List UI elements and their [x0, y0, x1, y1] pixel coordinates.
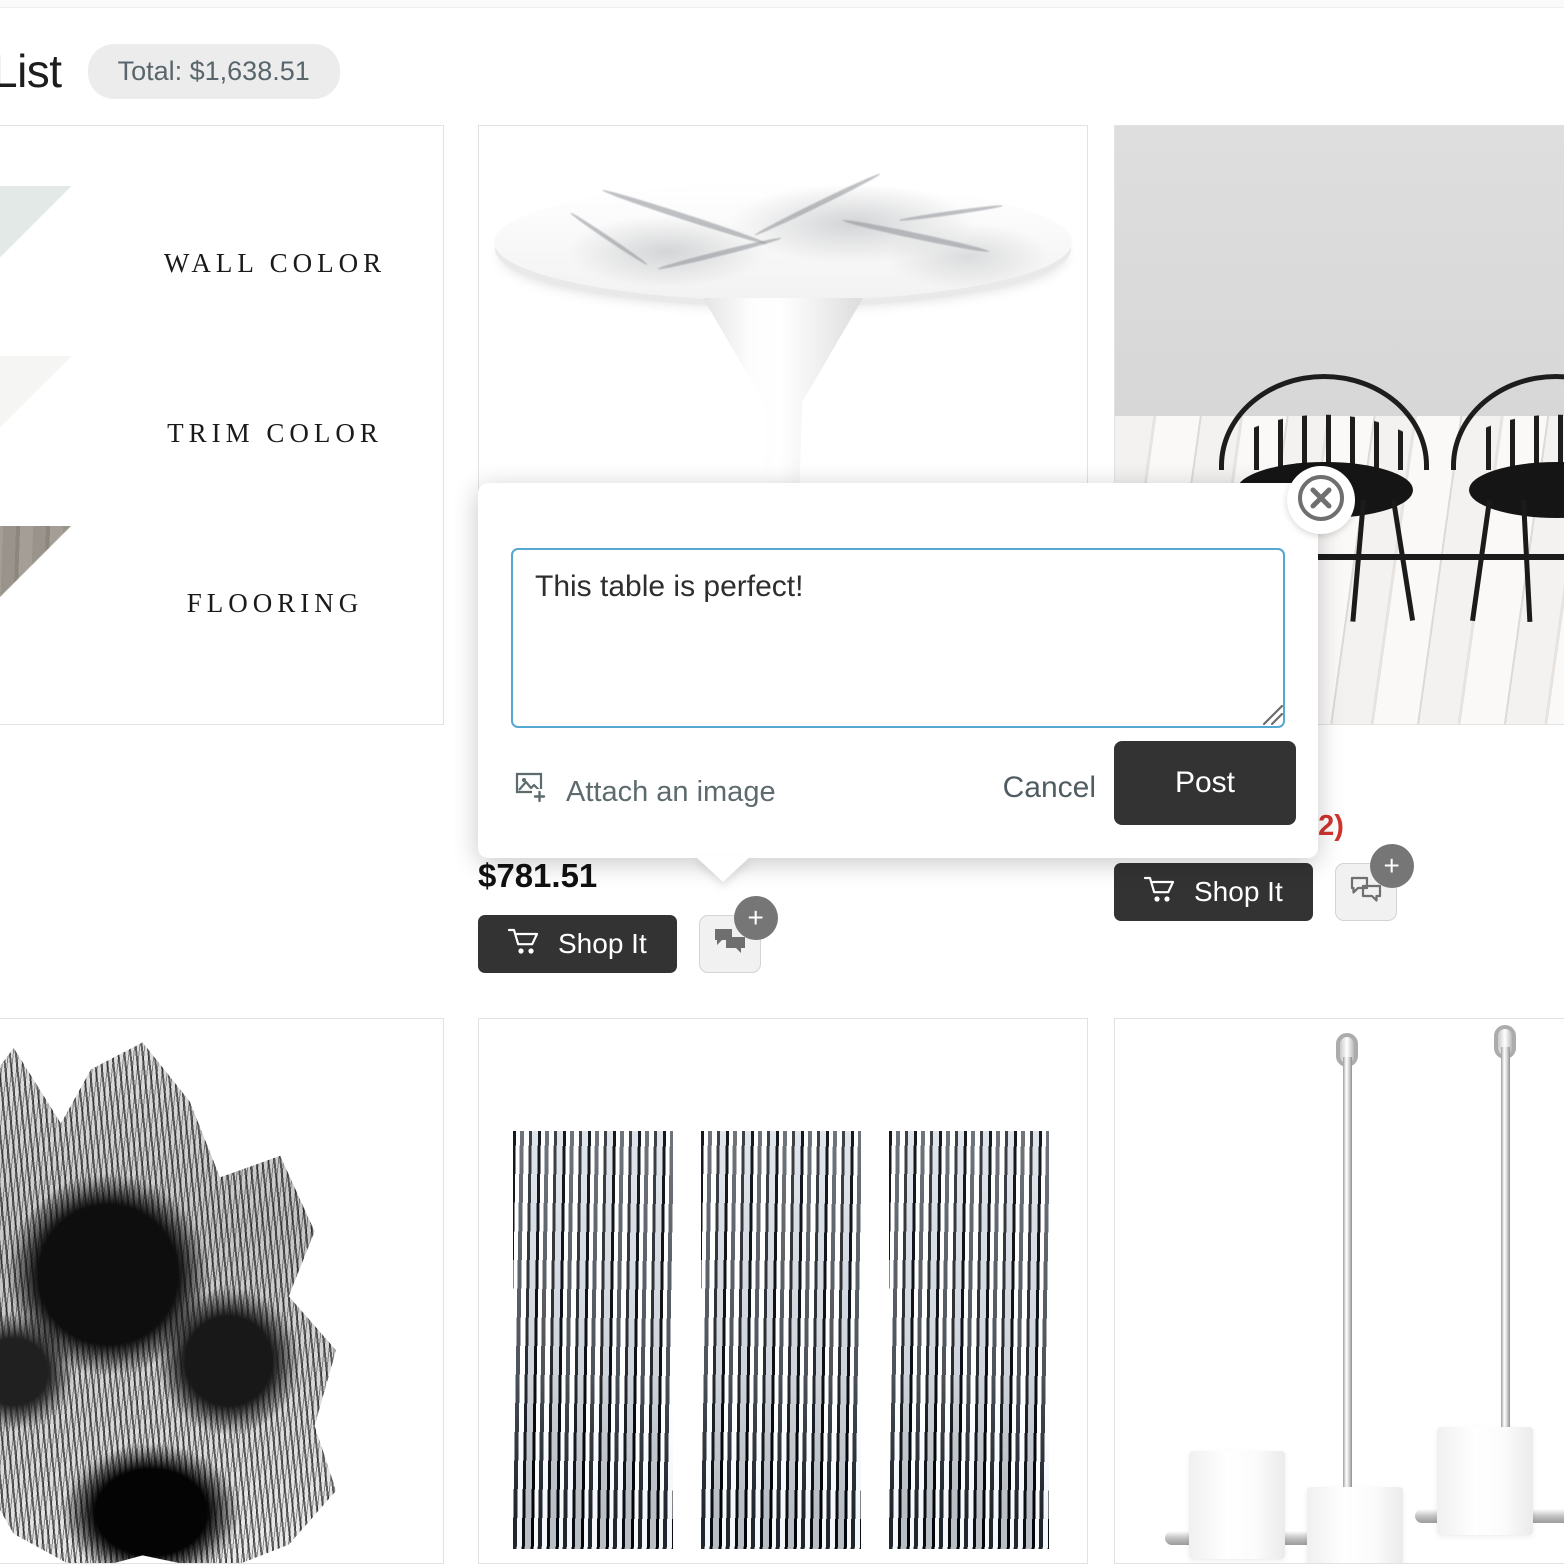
pendant-shade	[1437, 1427, 1533, 1535]
popup-tail	[695, 856, 751, 882]
room-wall	[1115, 126, 1564, 416]
close-icon	[1295, 472, 1347, 529]
cart-icon	[507, 927, 540, 962]
page-header: List Total: $1,638.51	[0, 30, 1564, 112]
textarea-resize-handle[interactable]	[1258, 700, 1284, 726]
board-label-flooring: FLOORING	[186, 588, 364, 618]
card-triptych-art[interactable]	[478, 1018, 1088, 1564]
triptych-art-image	[479, 1019, 1087, 1563]
shop-it-button-table[interactable]: Shop It	[478, 915, 677, 973]
comment-popup: Attach an image Cancel Post	[478, 483, 1318, 858]
post-button[interactable]: Post	[1114, 741, 1296, 825]
board-row-trim: TRIM COLOR	[0, 356, 443, 546]
art-panel	[889, 1131, 1049, 1549]
page-title: List	[0, 45, 62, 97]
board-row-flooring: FLOORING	[0, 526, 443, 716]
card-pendant-light[interactable]	[1114, 1018, 1564, 1564]
chairs-actions: Shop It +	[1114, 844, 1414, 921]
card-design-board[interactable]: WALL COLOR TRIM COLOR FLOORING	[0, 125, 444, 725]
app-root: List Total: $1,638.51 WALL COLOR TRIM CO…	[0, 0, 1564, 1564]
add-comment-badge[interactable]: +	[1369, 844, 1414, 888]
cart-icon	[1143, 875, 1176, 910]
art-panel	[513, 1131, 673, 1549]
pendant-light-image	[1115, 1019, 1564, 1563]
comment-button-table[interactable]: +	[698, 896, 778, 973]
pendant-shade	[1307, 1487, 1403, 1563]
comment-button-chairs[interactable]: +	[1334, 844, 1414, 921]
trim-color-swatch	[0, 356, 71, 544]
wall-color-swatch	[0, 186, 71, 374]
cowhide-rug-image	[0, 1019, 443, 1563]
cancel-button[interactable]: Cancel	[1003, 771, 1096, 805]
spindle-chair	[1451, 374, 1564, 624]
table-actions: Shop It +	[478, 896, 778, 973]
pendant-rod	[1343, 1057, 1352, 1503]
board-label-trim: TRIM COLOR	[167, 418, 383, 448]
total-badge: Total: $1,638.51	[87, 43, 340, 99]
image-plus-icon	[514, 771, 548, 813]
cowhide-shape	[0, 1042, 337, 1563]
shop-it-label-table: Shop It	[558, 928, 647, 959]
pendant-shade	[1189, 1451, 1285, 1559]
card-cowhide-rug[interactable]	[0, 1018, 444, 1564]
close-popup-button[interactable]	[1287, 466, 1355, 534]
shop-it-button-chairs[interactable]: Shop It	[1114, 863, 1313, 921]
attach-image-button[interactable]: Attach an image	[514, 771, 776, 813]
add-comment-badge[interactable]: +	[733, 896, 778, 940]
art-panel	[701, 1131, 861, 1549]
pendant-rod	[1501, 1047, 1510, 1433]
flooring-swatch	[0, 526, 71, 714]
top-strip	[0, 0, 1564, 8]
shop-it-label-chairs: Shop It	[1194, 876, 1283, 907]
comment-textarea[interactable]	[511, 548, 1285, 728]
board-label-wall: WALL COLOR	[163, 248, 387, 278]
table-top-marble	[494, 171, 1072, 301]
attach-image-label: Attach an image	[566, 775, 776, 808]
board-row-wall: WALL COLOR	[0, 186, 443, 376]
design-board-image: WALL COLOR TRIM COLOR FLOORING	[0, 126, 443, 724]
